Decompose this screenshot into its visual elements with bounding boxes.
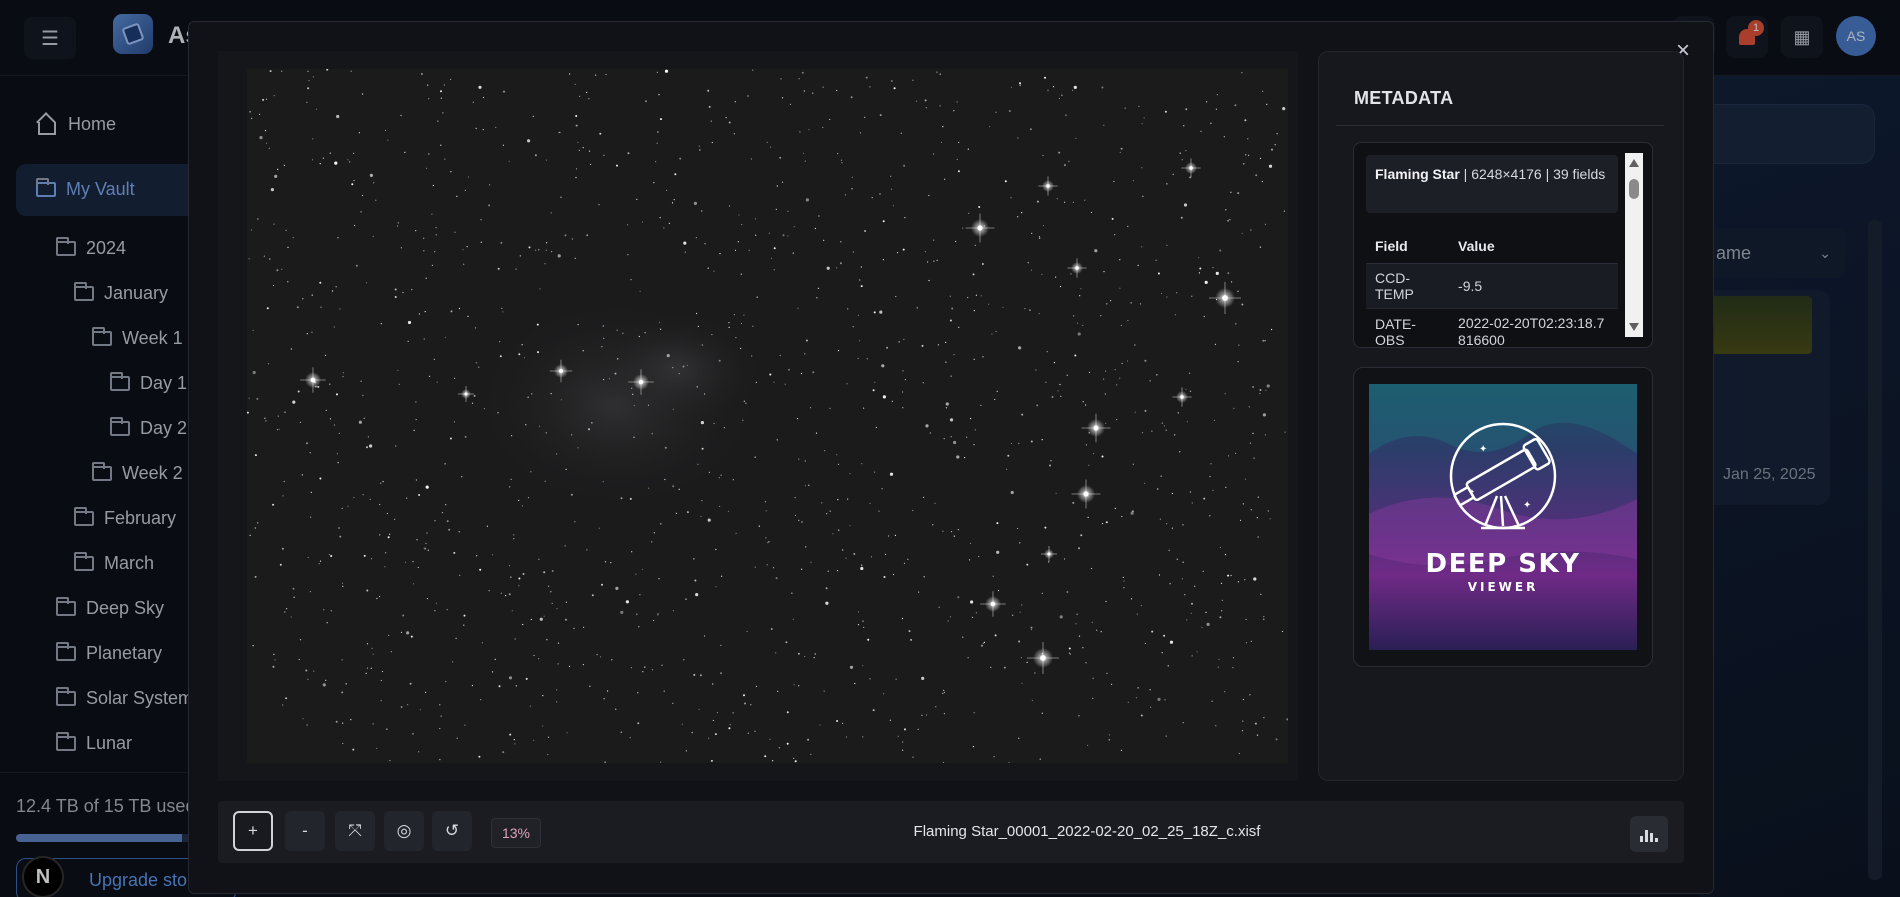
scroll-thumb[interactable] bbox=[1629, 179, 1639, 199]
metadata-title: METADATA bbox=[1354, 88, 1454, 108]
app-logo-card: ✦ ✦ ✦ DEEP SKY VIEWER bbox=[1353, 367, 1653, 667]
field-cell: CCD-TEMP bbox=[1366, 263, 1450, 309]
metadata-table: Field Value CCD-TEMP -9.5 DATE-OBS 2022-02-… bbox=[1366, 229, 1618, 347]
value-cell: -9.5 bbox=[1449, 263, 1618, 309]
metadata-scrollbar[interactable] bbox=[1625, 153, 1643, 337]
zoom-in-button[interactable]: + bbox=[233, 811, 273, 851]
fit-to-screen-button[interactable]: ⤧ bbox=[335, 811, 375, 851]
table-row: CCD-TEMP -9.5 bbox=[1366, 263, 1618, 309]
logo-subtitle: VIEWER bbox=[1467, 580, 1539, 594]
fit-icon: ⤧ bbox=[348, 821, 362, 840]
reset-view-button[interactable]: ↺ bbox=[432, 811, 472, 851]
zoom-level-indicator: 13% bbox=[491, 818, 541, 848]
reset-icon: ↺ bbox=[444, 821, 460, 840]
histogram-icon bbox=[1645, 830, 1648, 842]
svg-text:✦: ✦ bbox=[1469, 488, 1475, 496]
target-button[interactable]: ◎ bbox=[384, 811, 424, 851]
column-header: Field bbox=[1366, 229, 1450, 264]
target-icon: ◎ bbox=[396, 821, 412, 840]
histogram-icon bbox=[1655, 838, 1658, 842]
zoom-out-button[interactable]: - bbox=[285, 811, 325, 851]
table-row: DATE-OBS 2022-02-20T02:23:18.7816600 bbox=[1366, 308, 1618, 347]
metadata-summary: Flaming Star | 6248×4176 | 39 fields bbox=[1366, 155, 1618, 213]
histogram-button[interactable] bbox=[1630, 816, 1668, 852]
svg-text:✦: ✦ bbox=[1479, 444, 1487, 455]
deep-sky-viewer-logo: ✦ ✦ ✦ DEEP SKY VIEWER bbox=[1369, 384, 1637, 650]
scroll-up-icon[interactable] bbox=[1629, 159, 1639, 167]
image-filename: Flaming Star_00001_2022-02-20_02_25_18Z_… bbox=[913, 823, 1261, 840]
scroll-down-icon[interactable] bbox=[1629, 323, 1639, 331]
column-header: Value bbox=[1449, 229, 1618, 264]
object-summary: | 6248×4176 | 39 fields bbox=[1459, 166, 1606, 182]
field-cell: DATE-OBS bbox=[1366, 308, 1450, 347]
histogram-icon bbox=[1640, 836, 1643, 842]
telescope-icon: ✦ ✦ ✦ bbox=[1369, 384, 1637, 566]
metadata-divider bbox=[1336, 125, 1664, 126]
histogram-icon bbox=[1650, 833, 1653, 842]
svg-text:✦: ✦ bbox=[1523, 500, 1531, 511]
object-name: Flaming Star bbox=[1375, 166, 1460, 182]
astro-image[interactable] bbox=[247, 69, 1288, 763]
logo-title: DEEP SKY bbox=[1425, 549, 1581, 579]
starfield-graphic bbox=[247, 69, 1288, 763]
metadata-table-box[interactable]: Flaming Star | 6248×4176 | 39 fields Fie… bbox=[1353, 142, 1653, 348]
value-cell: 2022-02-20T02:23:18.7816600 bbox=[1449, 308, 1618, 347]
